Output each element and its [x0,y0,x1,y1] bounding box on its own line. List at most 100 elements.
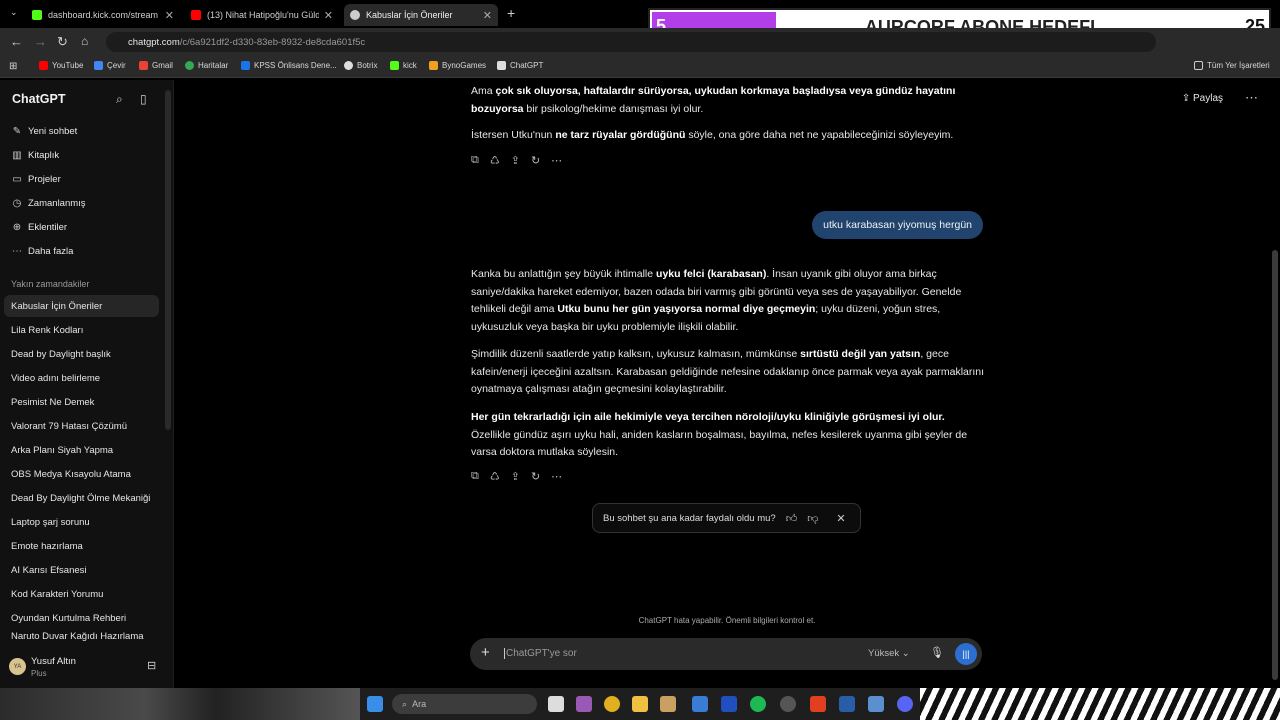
all-bookmarks[interactable]: Tüm Yer İşaretleri [1194,61,1270,70]
address-bar-row: ← → ↻ ⌂ chatgpt.com/c/6a921df2-d330-83eb… [0,28,1280,56]
share-button[interactable]: ⇪ Paylaş [1182,93,1223,104]
more-dots-icon[interactable]: ⋯ [551,470,562,483]
bookmark-translate[interactable]: Çevir [94,61,126,70]
history-item[interactable]: Naruto Duvar Kağıdı Hazırlama [4,631,159,645]
feedback-question: Bu sohbet şu ana kadar faydalı oldu mu? [603,512,776,524]
tab-kick[interactable]: dashboard.kick.com/stream ✕ [26,4,180,26]
app-icon[interactable] [721,696,737,712]
feedback-prompt: Bu sohbet şu ana kadar faydalı oldu mu? … [592,503,861,533]
plugin-icon: ⊕ [12,222,22,233]
bookmarks-bar: ⊞ YouTube Çevir Gmail Haritalar KPSS Önl… [0,56,1280,78]
chatgpt-favicon-icon [350,10,360,20]
windows-start-icon[interactable] [367,696,383,712]
app-icon[interactable] [839,696,855,712]
reload-icon[interactable]: ↻ [57,34,68,50]
brand-title[interactable]: ChatGPT [12,92,65,106]
main-scrollbar[interactable] [1272,250,1278,680]
feedback-icon[interactable]: ♺ [490,470,500,483]
bookmark-gmail[interactable]: Gmail [139,61,173,70]
bookmark-youtube[interactable]: YouTube [39,61,83,70]
windows-taskbar: ⌕ Ara [0,688,1280,720]
sidebar-toggle-icon[interactable]: ▯ [140,92,147,106]
app-icon[interactable] [576,696,592,712]
microphone-icon[interactable]: 🎙︎ [930,646,944,659]
copy-icon[interactable]: ⧉ [471,154,479,167]
bookmark-kpss[interactable]: KPSS Önlisans Dene... [241,61,337,70]
history-item[interactable]: Kod Karakteri Yorumu [4,583,159,605]
composer[interactable]: + ChatGPT'ye sor Yüksek ⌄ 🎙︎ ||| [470,638,982,670]
history-item[interactable]: Lila Renk Kodları [4,319,159,341]
history-item[interactable]: Arka Planı Siyah Yapma [4,439,159,461]
chrome-icon[interactable] [604,696,620,712]
back-icon[interactable]: ← [10,34,23,49]
more-dots-icon[interactable]: ⋯ [551,154,562,167]
model-selector[interactable]: Yüksek ⌄ [868,648,910,659]
search-icon[interactable]: ⌕ [116,92,123,107]
url-field[interactable]: chatgpt.com/c/6a921df2-d330-83eb-8932-de… [106,32,1156,52]
gift-icon[interactable]: ⊟ [147,659,156,672]
app-icon[interactable] [660,696,676,712]
share-icon[interactable]: ⇪ [511,154,520,167]
close-icon[interactable]: ✕ [836,512,845,525]
home-icon[interactable]: ⌂ [81,34,88,48]
file-explorer-icon[interactable] [632,696,648,712]
discord-icon[interactable] [897,696,913,712]
recent-section-title: Yakın zamandakiler [11,279,90,289]
history-item[interactable]: AI Karısı Efsanesi [4,559,159,581]
close-tab-icon[interactable]: ✕ [324,9,333,22]
history-item[interactable]: Kabuslar İçin Öneriler [4,295,159,317]
menu-projects[interactable]: ▭ Projeler [10,174,60,185]
menu-new-chat[interactable]: ✎ Yeni sohbet [10,126,78,137]
history-item[interactable]: Video adını belirleme [4,367,159,389]
history-item[interactable]: Dead By Daylight Ölme Mekaniği [4,487,159,509]
thumbs-down-icon[interactable]: 👎︎ [807,512,818,525]
share-icon[interactable]: ⇪ [511,470,520,483]
history-item[interactable]: Valorant 79 Hatası Çözümü [4,415,159,437]
bookmark-chatgpt[interactable]: ChatGPT [497,61,543,70]
history-item[interactable]: Pesimist Ne Demek [4,391,159,413]
more-options-icon[interactable]: ⋯ [1245,90,1258,106]
app-icon[interactable] [810,696,826,712]
regenerate-icon[interactable]: ↻ [531,470,540,483]
copy-icon[interactable]: ⧉ [471,470,479,483]
thumbs-up-icon[interactable]: 👍︎ [786,512,798,525]
menu-library[interactable]: ▥ Kitaplık [10,150,59,161]
forward-icon[interactable]: → [34,34,47,49]
tab-youtube[interactable]: (13) Nihat Hatipoğlu'nu Güldün ✕ [185,4,339,26]
bookmark-kick[interactable]: kick [390,61,417,70]
message-actions: ⧉ ♺ ⇪ ↻ ⋯ [471,154,562,167]
sidebar-scrollbar[interactable] [165,90,171,430]
menu-plugins[interactable]: ⊕ Eklentiler [10,222,67,233]
assistant-paragraph: İstersen Utku'nun ne tarz rüyalar gördüğ… [471,129,954,141]
history-item[interactable]: Oyundan Kurtulma Rehberi [4,607,159,629]
bookmark-maps[interactable]: Haritalar [185,61,228,70]
voice-mode-button[interactable]: ||| [955,643,977,665]
apps-grid-icon[interactable]: ⊞ [9,61,17,72]
feedback-icon[interactable]: ♺ [490,154,500,167]
tab-chatgpt[interactable]: Kabuslar İçin Öneriler ✕ [344,4,498,26]
menu-more[interactable]: ⋯ Daha fazla [10,246,73,257]
taskbar-search[interactable]: ⌕ Ara [392,694,537,714]
bookmark-bynogames[interactable]: BynoGames [429,61,486,70]
close-tab-icon[interactable]: ✕ [483,9,492,22]
app-icon[interactable] [868,696,884,712]
history-item[interactable]: OBS Medya Kısayolu Atama [4,463,159,485]
new-tab-icon[interactable]: + [507,5,515,21]
youtube-icon [39,61,48,70]
attach-plus-icon[interactable]: + [481,644,490,661]
store-icon[interactable] [692,696,708,712]
task-view-icon[interactable] [548,696,564,712]
regenerate-icon[interactable]: ↻ [531,154,540,167]
prompt-input[interactable]: ChatGPT'ye sor [504,648,577,659]
close-tab-icon[interactable]: ✕ [165,9,174,22]
menu-scheduled[interactable]: ◷ Zamanlanmış [10,198,86,209]
spotify-icon[interactable] [750,696,766,712]
history-item[interactable]: Laptop şarj sorunu [4,511,159,533]
assistant-paragraph: Şimdilik düzenli saatlerde yatıp kalksın… [471,348,985,395]
tab-search-chevron-icon[interactable]: ⌄ [10,7,18,18]
history-item[interactable]: Emote hazırlama [4,535,159,557]
user-profile[interactable]: YA Yusuf Altın Plus ⊟ [0,646,174,688]
steam-icon[interactable] [780,696,796,712]
history-item[interactable]: Dead by Daylight başlık [4,343,159,365]
bookmark-botrix[interactable]: Botrix [344,61,377,70]
